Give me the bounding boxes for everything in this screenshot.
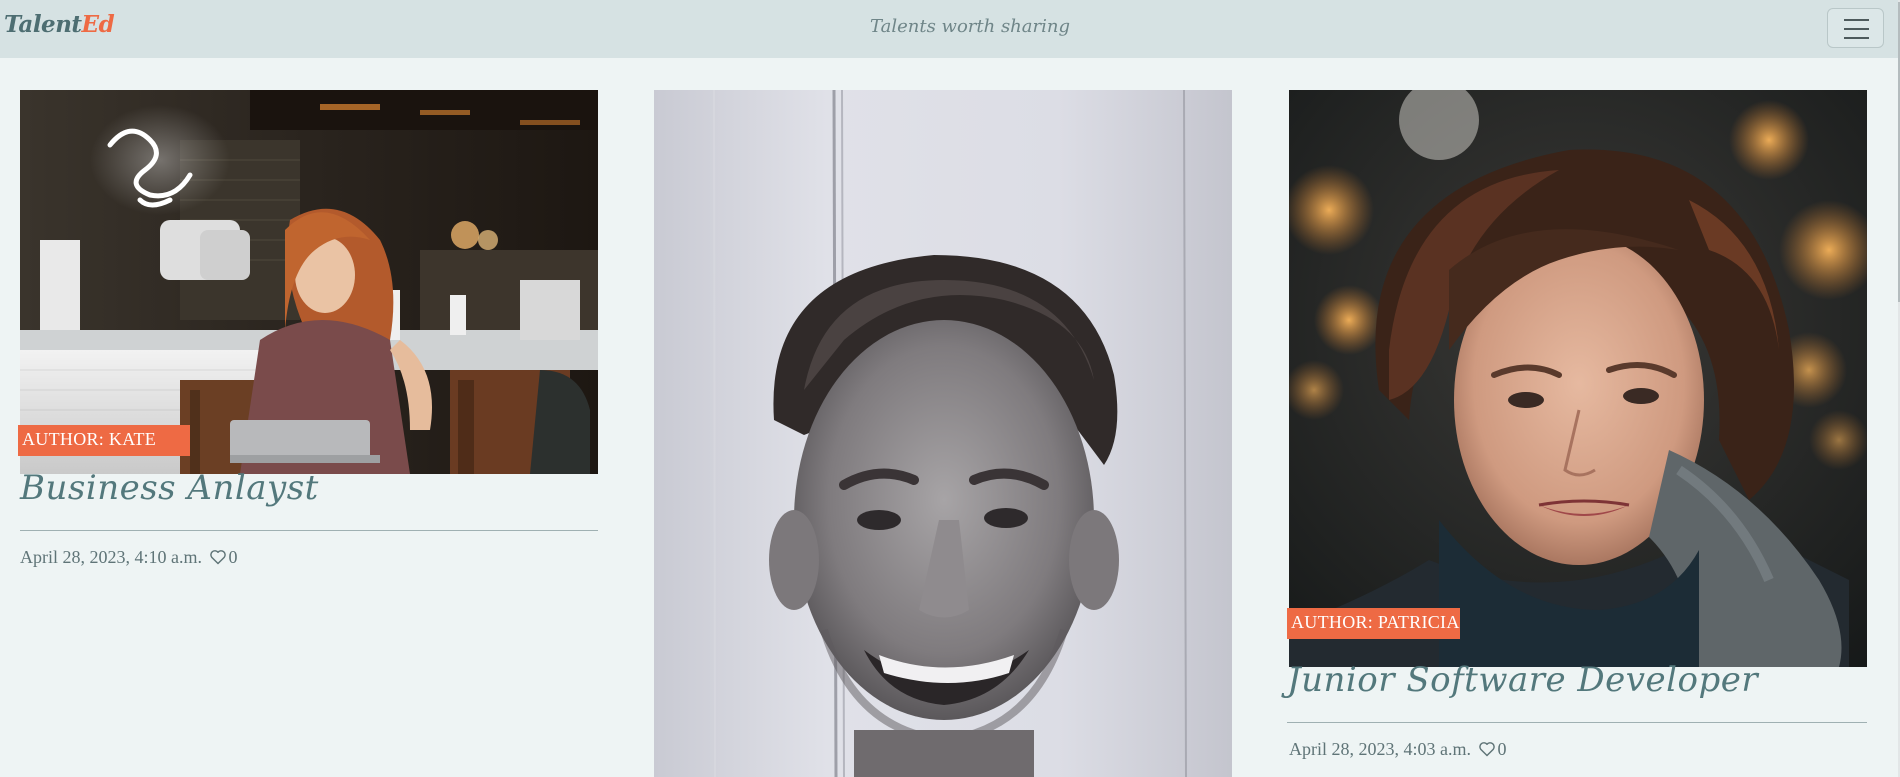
- post-date: April 28, 2023, 4:10 a.m.: [20, 547, 202, 567]
- author-badge[interactable]: AUTHOR: KATE: [18, 425, 190, 456]
- post-meta: April 28, 2023, 4:03 a.m. 0: [1289, 739, 1507, 762]
- post-title[interactable]: Junior Software Developer: [1287, 660, 1758, 700]
- hamburger-icon-bar: [1844, 28, 1869, 30]
- hamburger-icon: [1844, 19, 1869, 21]
- hamburger-icon-bar: [1844, 37, 1869, 39]
- like-count: 0: [228, 547, 238, 567]
- cafe-photo: [20, 90, 598, 474]
- post-image[interactable]: [654, 90, 1232, 777]
- post-image[interactable]: [1289, 90, 1867, 667]
- site-tagline: Talents worth sharing: [870, 16, 1070, 37]
- post-divider: [1287, 722, 1867, 723]
- portrait-photo: [1289, 90, 1867, 667]
- heart-icon[interactable]: [209, 549, 227, 570]
- author-badge[interactable]: AUTHOR: PATRICIA: [1287, 608, 1460, 639]
- post-meta: April 28, 2023, 4:10 a.m. 0: [20, 547, 238, 570]
- post-title[interactable]: Business Anlayst: [20, 468, 319, 508]
- heart-icon[interactable]: [1478, 741, 1496, 762]
- portrait-photo: [654, 90, 1232, 777]
- like-count: 0: [1497, 739, 1507, 759]
- navbar: TalentEd Talents worth sharing: [0, 0, 1898, 58]
- post-date: April 28, 2023, 4:03 a.m.: [1289, 739, 1471, 759]
- post-image[interactable]: [20, 90, 598, 474]
- post-divider: [20, 530, 598, 531]
- menu-toggle-button[interactable]: [1827, 8, 1884, 48]
